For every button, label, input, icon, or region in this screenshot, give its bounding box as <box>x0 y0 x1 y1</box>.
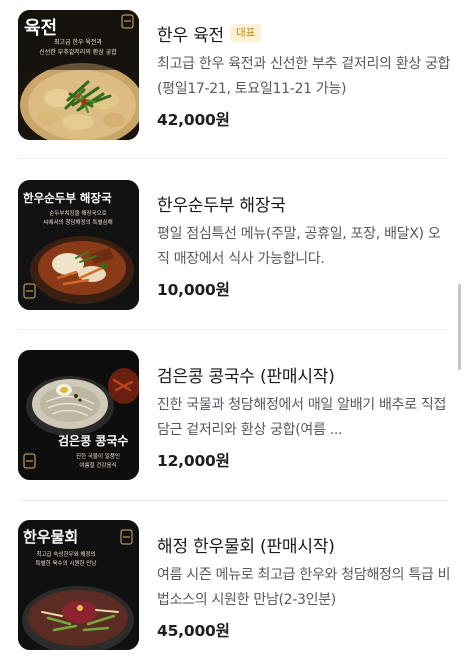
kongguksu-photo: 검은콩 콩국수 진한 국물이 일품인 여름철 건강음식 <box>18 350 139 480</box>
menu-item-name: 한우 육전 <box>157 25 224 46</box>
overlay-title: 육전 <box>24 18 57 39</box>
menu-item-image[interactable]: 검은콩 콩국수 진한 국물이 일품인 여름철 건강음식 <box>18 350 139 480</box>
divider <box>18 158 448 159</box>
menu-item-description: 평일 점심특선 메뉴(주말, 공휴일, 포장, 배달X) 오직 매장에서 식사 … <box>157 226 441 267</box>
yukjeon-photo: 육전 최고급 한우 육전과 신선한 부추겉저리의 환상 궁합 <box>18 10 139 140</box>
menu-item-description: 최고급 한우 육전과 신선한 부추 겉저리의 환상 궁합(평일17-21, 토요… <box>157 56 451 97</box>
overlay-line2: 특별한 육수의 시원한 만남 <box>36 559 97 567</box>
menu-item-price: 42,000원 <box>157 111 230 129</box>
overlay-line1: 최고급 한우 육전과 <box>54 38 102 46</box>
overlay-title: 한우물회 <box>23 528 78 546</box>
overlay-title: 검은콩 콩국수 <box>58 433 128 448</box>
menu-item-info: 한우 육전 대표 최고급 한우 육전과 신선한 부추 겉저리의 환상 궁합(평일… <box>157 20 452 130</box>
overlay-line1: 진한 국물이 일품인 <box>76 452 120 460</box>
menu-item-price: 45,000원 <box>157 622 230 640</box>
overlay-line2: 신선한 부추겉저리의 환상 궁합 <box>39 48 117 56</box>
menu-item-image[interactable]: 한우물회 최고급 숙성한우와 해정의 특별한 육수의 시원한 만남 <box>18 520 139 650</box>
menu-item-name: 한우순두부 해장국 <box>157 195 286 216</box>
menu-item-name: 검은콩 콩국수 (판매시작) <box>157 366 335 387</box>
signature-badge: 대표 <box>229 24 262 42</box>
divider <box>18 500 448 501</box>
menu-item-description: 진한 국물과 청담해정에서 매일 알배기 배추로 직접 담근 겉저리와 환상 궁… <box>157 397 447 438</box>
menu-item-image[interactable]: 한우순두부 해장국 순두부치킹을 해장국으로 씨에서의 청담해정의 특별심해 <box>18 180 139 310</box>
menu-item-description: 여름 시즌 메뉴로 최고급 한우와 청담해정의 특급 비법소스의 시원한 만남(… <box>157 567 451 608</box>
divider <box>18 329 448 330</box>
menu-item-image[interactable]: 육전 최고급 한우 육전과 신선한 부추겉저리의 환상 궁합 <box>18 10 139 140</box>
haejangguk-photo: 한우순두부 해장국 순두부치킹을 해장국으로 씨에서의 청담해정의 특별심해 <box>18 180 139 310</box>
menu-item-info: 검은콩 콩국수 (판매시작) 진한 국물과 청담해정에서 매일 알배기 배추로 … <box>157 361 452 471</box>
menu-item-info: 한우순두부 해장국 평일 점심특선 메뉴(주말, 공휴일, 포장, 배달X) 오… <box>157 190 452 300</box>
menu-item-info: 해정 한우물회 (판매시작) 여름 시즌 메뉴로 최고급 한우와 청담해정의 특… <box>157 531 452 641</box>
menu-item-price: 10,000원 <box>157 281 230 299</box>
menu-item-price: 12,000원 <box>157 452 230 470</box>
mulhoe-photo: 한우물회 최고급 숙성한우와 해정의 특별한 육수의 시원한 만남 <box>18 520 139 650</box>
overlay-line1: 순두부치킹을 해장국으로 <box>49 209 106 217</box>
overlay-line2: 여름철 건강음식 <box>79 461 116 469</box>
overlay-line2: 씨에서의 청담해정의 특별심해 <box>43 218 112 226</box>
menu-item-name: 해정 한우물회 (판매시작) <box>157 536 335 557</box>
scrollbar[interactable] <box>458 284 461 370</box>
overlay-title: 한우순두부 해장국 <box>23 191 112 205</box>
overlay-line1: 최고급 숙성한우와 해정의 <box>36 550 95 558</box>
